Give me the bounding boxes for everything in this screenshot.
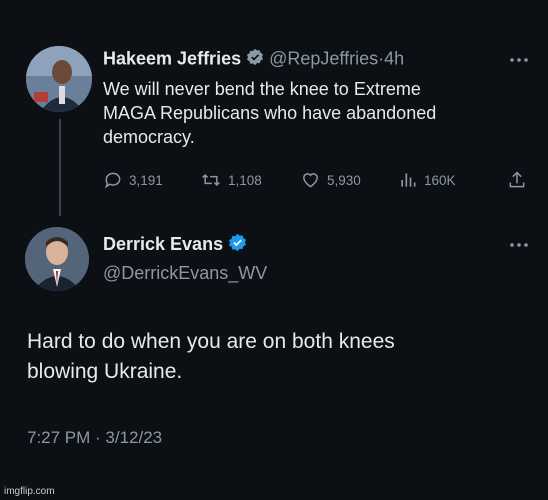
heart-icon [303, 173, 318, 188]
tweet-text-line: democracy. [103, 127, 195, 147]
views-button[interactable]: 160K [398, 170, 456, 190]
tweet-text-line: Hard to do when you are on both knees [27, 330, 395, 353]
tweet2-text: Hard to do when you are on both knees bl… [27, 327, 395, 387]
avatar-hakeem-jeffries[interactable] [26, 46, 92, 112]
tweet-text-line: blowing Ukraine. [27, 360, 183, 383]
imgflip-watermark: imgflip.com [4, 486, 55, 497]
retweet-button[interactable]: 1,108 [200, 170, 262, 190]
tweet1-header: Hakeem Jeffries @RepJeffries·4h [103, 48, 404, 71]
like-button[interactable]: 5,930 [300, 170, 361, 190]
avatar-derrick-evans[interactable] [25, 227, 89, 291]
reply-icon [105, 172, 121, 189]
author-handle[interactable]: @RepJeffries [269, 48, 378, 68]
views-chart-icon [401, 173, 416, 187]
more-options-icon[interactable] [508, 240, 530, 250]
tweet-text-line: We will never bend the knee to Extreme [103, 79, 421, 99]
avatar-image [25, 227, 89, 291]
tweet1-text: We will never bend the knee to Extreme M… [103, 77, 436, 149]
more-options-icon[interactable] [508, 55, 530, 65]
tweet-time[interactable]: 4h [384, 48, 404, 68]
share-icon[interactable] [507, 170, 527, 190]
tweet-text-line: MAGA Republicans who have abandoned [103, 103, 437, 123]
like-count: 5,930 [327, 172, 361, 188]
verified-badge-icon [246, 48, 264, 71]
tweet2-header: Derrick Evans [103, 233, 247, 257]
thread-connector-line [59, 119, 61, 216]
views-count: 160K [424, 172, 456, 188]
author-name[interactable]: Derrick Evans [103, 234, 223, 254]
reply-button[interactable]: 3,191 [103, 170, 163, 190]
author-name[interactable]: Hakeem Jeffries [103, 48, 241, 68]
tweet-thread: Hakeem Jeffries @RepJeffries·4h We will … [0, 0, 548, 500]
avatar-image [26, 46, 92, 112]
retweet-count: 1,108 [228, 172, 262, 188]
verified-badge-icon [228, 233, 247, 257]
retweet-icon [202, 173, 220, 187]
tweet-timestamp[interactable]: 7:27 PM · 3/12/23 [27, 428, 162, 448]
reply-count: 3,191 [129, 172, 163, 188]
author-handle[interactable]: @DerrickEvans_WV [103, 263, 267, 284]
